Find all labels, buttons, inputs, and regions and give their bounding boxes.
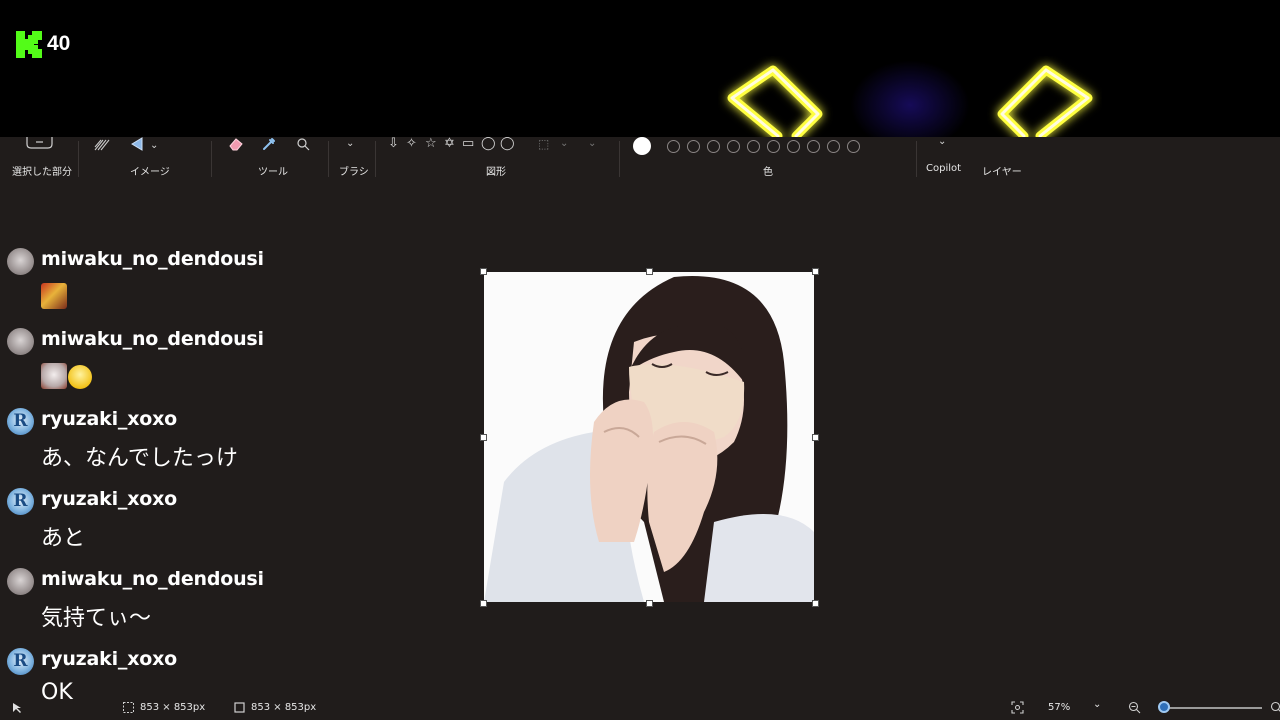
- ribbon-separator: [211, 141, 212, 177]
- resize-handle-se[interactable]: [812, 600, 819, 607]
- chat-username[interactable]: miwaku_no_dendousi: [41, 248, 264, 270]
- zoom-slider-thumb[interactable]: [1158, 701, 1170, 713]
- ribbon-separator: [916, 141, 917, 177]
- color-swatch[interactable]: [847, 140, 860, 153]
- viewer-count: 40: [47, 32, 71, 55]
- shape-star4-icon[interactable]: ✧: [406, 137, 417, 151]
- chat-username[interactable]: miwaku_no_dendousi: [41, 568, 264, 590]
- zoom-slider-track[interactable]: [1160, 707, 1262, 709]
- shape-star6-icon[interactable]: ✡: [444, 137, 455, 151]
- chat-text: あ、なんでしたっけ: [41, 446, 238, 471]
- chat-username[interactable]: ryuzaki_xoxo: [41, 648, 177, 670]
- ribbon-label-copilot[interactable]: Copilot: [926, 163, 961, 174]
- ribbon-label-selection: 選択した部分: [12, 167, 72, 178]
- rotate-icon[interactable]: [130, 137, 144, 151]
- color-swatch[interactable]: [747, 140, 760, 153]
- emote-smile: [68, 365, 92, 389]
- shape-outline-chevron-icon[interactable]: ⌄: [588, 137, 596, 151]
- chat-username[interactable]: ryuzaki_xoxo: [41, 408, 177, 430]
- zoom-out-icon[interactable]: [1128, 701, 1141, 714]
- ribbon-label-shapes: 図形: [486, 167, 506, 178]
- shape-arrow-down-icon[interactable]: ⇩: [388, 137, 399, 151]
- color-swatch[interactable]: [787, 140, 800, 153]
- selection-size: 853 × 853px: [140, 702, 206, 713]
- emote-portrait: [41, 283, 67, 309]
- chevron-down-icon[interactable]: ⌄: [150, 139, 158, 153]
- neon-eye-right-icon: [997, 65, 1093, 137]
- shape-star5-icon[interactable]: ☆: [425, 137, 437, 151]
- color-swatch[interactable]: [707, 140, 720, 153]
- canvas-size: 853 × 853px: [251, 702, 317, 713]
- ribbon-label-brush: ブラシ: [339, 167, 369, 178]
- ribbon-separator: [328, 141, 329, 177]
- color-swatch[interactable]: [767, 140, 780, 153]
- chat-text: 気持てぃ〜: [41, 606, 152, 631]
- fit-to-window-icon[interactable]: [1011, 701, 1024, 714]
- resize-handle-s[interactable]: [646, 600, 653, 607]
- canvas-photo[interactable]: [484, 272, 814, 602]
- zoom-level[interactable]: 57%: [1048, 702, 1070, 713]
- status-bar: 853 × 853px 853 × 853px 57% ⌄: [0, 696, 1280, 720]
- shape-fill-icon[interactable]: ⬚: [538, 137, 549, 151]
- zoom-dropdown-chevron-icon[interactable]: ⌄: [1093, 699, 1101, 710]
- color-swatch[interactable]: [807, 140, 820, 153]
- ribbon-separator: [619, 141, 620, 177]
- emote-cat: [41, 363, 67, 389]
- ribbon-separator: [375, 141, 376, 177]
- neon-eye-left-icon: [727, 65, 823, 137]
- cat-avatar: [7, 568, 34, 595]
- color-swatch[interactable]: [667, 140, 680, 153]
- chat-text: あと: [41, 526, 86, 551]
- ribbon-label-image: イメージ: [130, 167, 170, 178]
- ribbon-separator: [78, 141, 79, 177]
- color-swatch[interactable]: [727, 140, 740, 153]
- selection-size-icon: [123, 702, 134, 713]
- color-picker-icon[interactable]: [262, 137, 276, 151]
- resize-handle-sw[interactable]: [480, 600, 487, 607]
- selection-icon[interactable]: [26, 137, 53, 149]
- shape-fill-chevron-icon[interactable]: ⌄: [560, 137, 568, 151]
- r-avatar: R: [7, 408, 34, 435]
- neon-glow: [850, 60, 970, 137]
- shape-callout-rect-icon[interactable]: ▭: [462, 137, 474, 151]
- portrait-illustration: [484, 272, 814, 602]
- shape-callout-cloud-icon[interactable]: ◯: [500, 137, 515, 151]
- stream-banner: 40: [0, 0, 1280, 137]
- r-avatar: R: [7, 648, 34, 675]
- chat-username[interactable]: ryuzaki_xoxo: [41, 488, 177, 510]
- ribbon-label-colors: 色: [763, 167, 773, 178]
- paint-ribbon: 選択した部分 ⌄ イメージ ツール ⌄ ブラシ ⇩ ✧ ☆ ✡ ▭ ◯ ◯ ⬚ …: [0, 135, 1280, 183]
- resize-handle-e[interactable]: [812, 434, 819, 441]
- magnifier-icon[interactable]: [296, 137, 310, 151]
- zoom-in-icon[interactable]: [1270, 701, 1280, 714]
- resize-handle-ne[interactable]: [812, 268, 819, 275]
- shape-callout-oval-icon[interactable]: ◯: [481, 137, 496, 151]
- canvas-size-icon: [234, 702, 245, 713]
- current-color-swatch[interactable]: [633, 137, 651, 155]
- ribbon-label-layers[interactable]: レイヤー: [982, 163, 1022, 178]
- cat-avatar: [7, 248, 34, 275]
- r-avatar: R: [7, 488, 34, 515]
- resize-handle-n[interactable]: [646, 268, 653, 275]
- color-swatch[interactable]: [687, 140, 700, 153]
- brush-chevron-down-icon[interactable]: ⌄: [346, 137, 354, 151]
- resize-icon[interactable]: [94, 137, 110, 151]
- ribbon-label-tools: ツール: [258, 167, 288, 178]
- cursor-position-icon: [13, 703, 21, 713]
- chat-username[interactable]: miwaku_no_dendousi: [41, 328, 264, 350]
- resize-handle-nw[interactable]: [480, 268, 487, 275]
- color-swatch[interactable]: [827, 140, 840, 153]
- cat-avatar: [7, 328, 34, 355]
- kick-logo-icon: [16, 31, 42, 58]
- eraser-icon[interactable]: [228, 137, 244, 151]
- copilot-chevron-down-icon[interactable]: ⌄: [938, 135, 946, 149]
- resize-handle-w[interactable]: [480, 434, 487, 441]
